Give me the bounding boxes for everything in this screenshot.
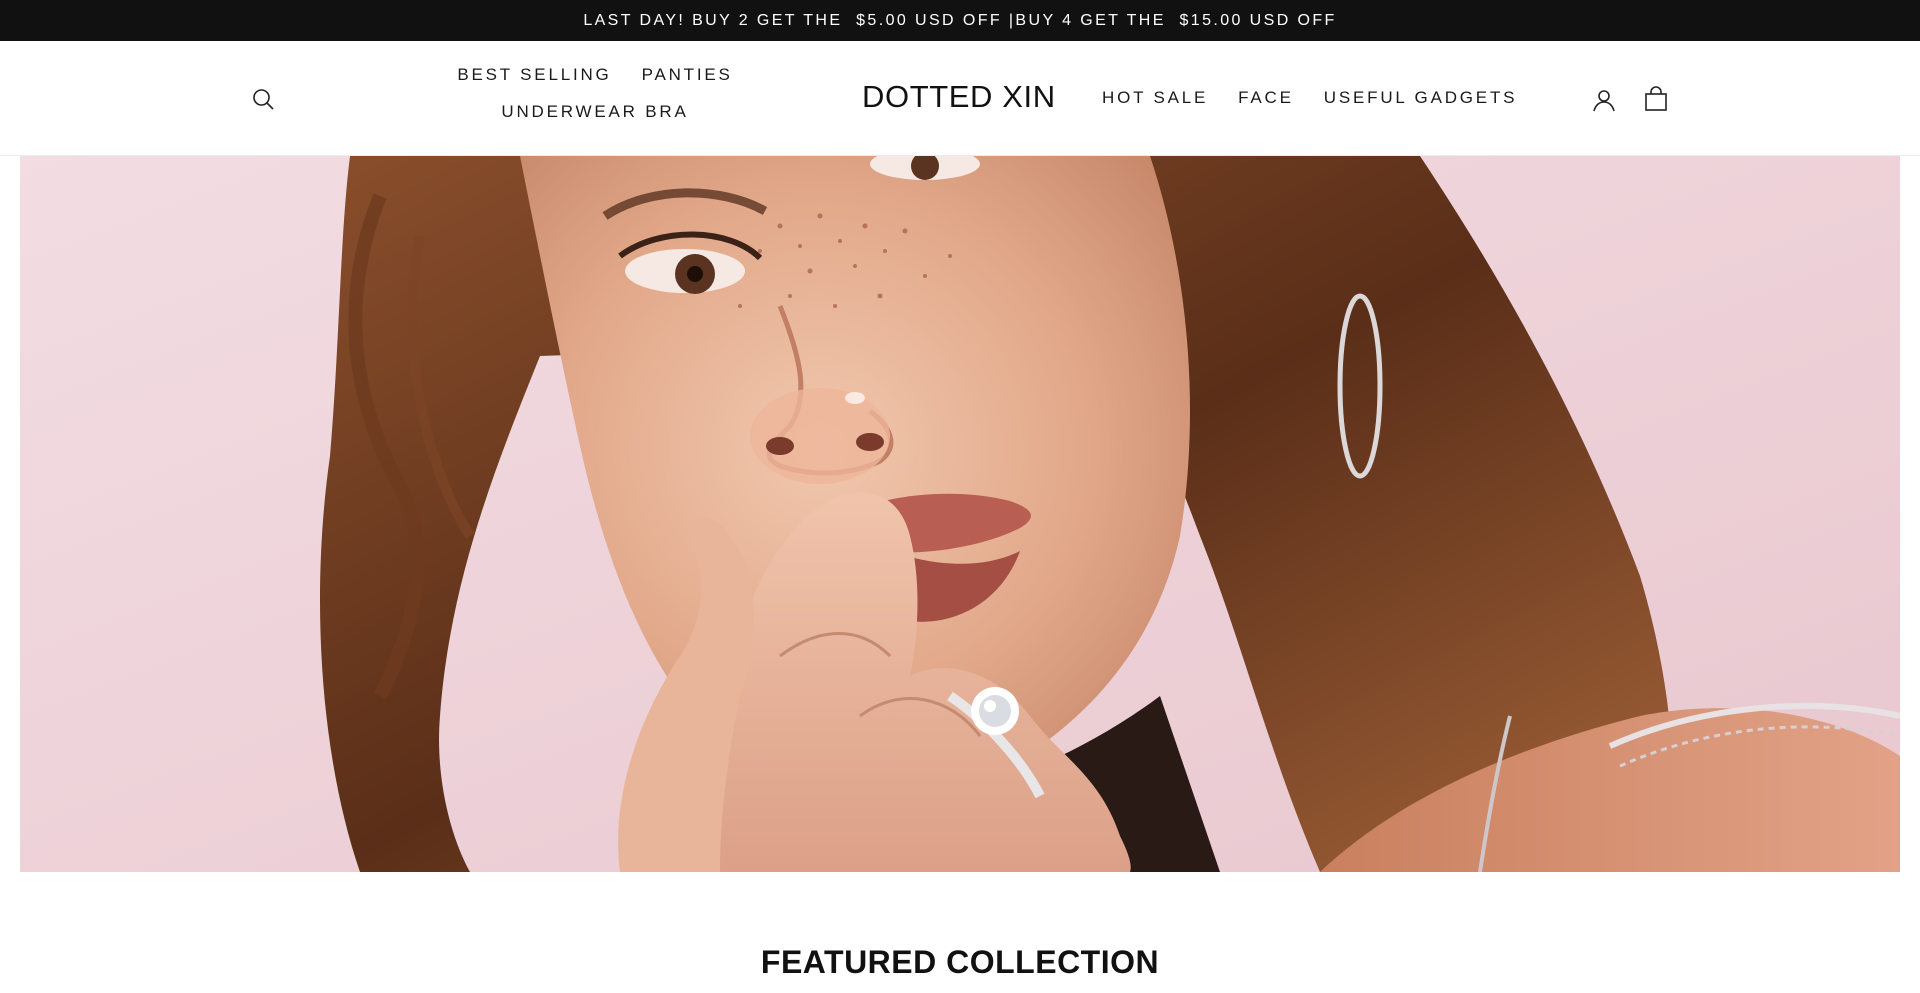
primary-nav-left: BEST SELLING PANTIES UNDERWEAR BRA — [440, 63, 750, 123]
featured-collection-title: FEATURED COLLECTION — [760, 944, 1160, 980]
search-icon[interactable] — [250, 86, 276, 112]
site-logo[interactable]: DOTTED XIN — [862, 77, 1056, 117]
cart-icon[interactable] — [1642, 85, 1670, 113]
nav-underwear-bra[interactable]: UNDERWEAR BRA — [501, 100, 688, 123]
hero-image — [20, 156, 1900, 872]
announcement-text: LAST DAY! BUY 2 GET THE $5.00 USD OFF |B… — [583, 11, 1337, 29]
site-header: BEST SELLING PANTIES UNDERWEAR BRA DOTTE… — [0, 41, 1920, 156]
primary-nav-right: HOT SALE FACE USEFUL GADGETS — [1102, 86, 1517, 109]
nav-useful-gadgets[interactable]: USEFUL GADGETS — [1324, 86, 1518, 109]
nav-panties[interactable]: PANTIES — [642, 63, 733, 86]
announcement-bar: LAST DAY! BUY 2 GET THE $5.00 USD OFF |B… — [0, 0, 1920, 41]
nav-face[interactable]: FACE — [1238, 86, 1294, 109]
nav-hot-sale[interactable]: HOT SALE — [1102, 86, 1208, 109]
account-icon[interactable] — [1590, 86, 1618, 114]
hero-banner[interactable] — [20, 156, 1900, 872]
nav-best-selling[interactable]: BEST SELLING — [457, 63, 611, 86]
